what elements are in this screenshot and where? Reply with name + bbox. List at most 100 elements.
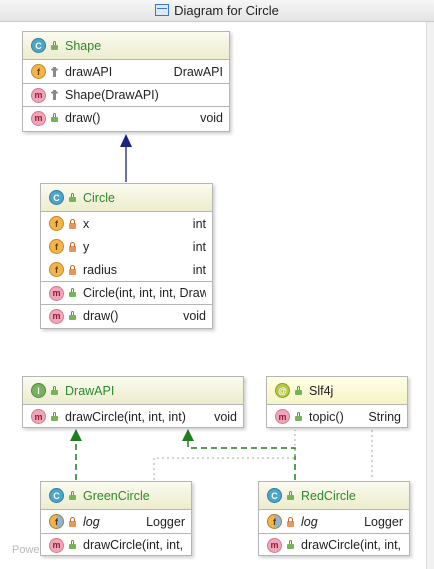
field-row[interactable]: f log Logger — [41, 510, 191, 533]
annotation-slf4j[interactable]: @ Slf4j m topic() String — [266, 376, 408, 428]
private-icon — [68, 241, 77, 252]
class-shape[interactable]: C Shape f drawAPI DrawAPI m Shape(DrawAP… — [22, 31, 230, 132]
class-redcircle[interactable]: C RedCircle f log Logger m drawCircle(in… — [258, 481, 410, 556]
public-icon — [286, 540, 295, 550]
class-redcircle-header[interactable]: C RedCircle — [259, 482, 409, 510]
method-icon: m — [31, 110, 46, 126]
class-name: RedCircle — [301, 488, 356, 503]
method-icon: m — [31, 87, 46, 103]
method-name: drawCircle(int, int, in — [83, 538, 185, 552]
interface-icon: I — [31, 383, 46, 398]
field-row[interactable]: f log Logger — [259, 510, 409, 533]
interface-drawapi-header[interactable]: I DrawAPI — [23, 377, 243, 405]
method-icon: m — [49, 537, 64, 553]
package-private-icon — [50, 66, 59, 77]
private-icon — [68, 218, 77, 229]
method-icon: m — [31, 409, 46, 424]
public-icon — [294, 385, 303, 396]
field-icon: f — [31, 64, 46, 79]
class-greencircle-header[interactable]: C GreenCircle — [41, 482, 191, 510]
method-row[interactable]: m drawCircle(int, int, int) void — [23, 405, 243, 427]
method-name: drawCircle(int, int, int) — [65, 409, 186, 424]
constructor-row[interactable]: m Shape(DrawAPI) — [23, 83, 229, 106]
method-row[interactable]: m draw() void — [41, 304, 212, 327]
class-icon: C — [31, 38, 46, 53]
class-icon: C — [49, 488, 64, 503]
field-icon: f — [49, 216, 64, 231]
constructor-row[interactable]: m Circle(int, int, int, DrawA — [41, 281, 212, 304]
interface-drawapi[interactable]: I DrawAPI m drawCircle(int, int, int) vo… — [22, 376, 244, 428]
constructor-name: Shape(DrawAPI) — [65, 88, 159, 102]
field-type: DrawAPI — [173, 64, 223, 79]
watermark-text: Powe — [12, 544, 40, 556]
field-name: radius — [83, 262, 118, 277]
constructor-name: Circle(int, int, int, DrawA — [83, 286, 206, 300]
class-icon: C — [49, 190, 64, 205]
method-name: draw() — [65, 111, 101, 125]
public-icon — [68, 311, 77, 321]
public-icon — [68, 288, 77, 298]
static-field-icon: f — [267, 514, 282, 529]
diagram-icon — [155, 4, 170, 16]
method-type: void — [214, 409, 237, 424]
field-name: log — [83, 514, 100, 529]
field-name: y — [83, 239, 90, 254]
annotation-icon: @ — [275, 383, 290, 398]
method-type: void — [183, 309, 206, 323]
field-row[interactable]: f radius int — [41, 258, 212, 281]
annotation-name: Slf4j — [309, 383, 334, 398]
class-shape-header[interactable]: C Shape — [23, 32, 229, 60]
field-type: Logger — [364, 514, 403, 529]
class-name: Circle — [83, 190, 115, 205]
method-row[interactable]: m drawCircle(int, int, in — [259, 533, 409, 555]
public-icon — [286, 490, 295, 501]
public-icon — [50, 113, 59, 123]
class-circle-header[interactable]: C Circle — [41, 184, 212, 212]
public-icon — [68, 192, 77, 203]
static-field-icon: f — [49, 514, 64, 529]
method-name: drawCircle(int, int, in — [301, 538, 403, 552]
window-title: Diagram for Circle — [174, 3, 279, 18]
method-type: String — [368, 409, 401, 424]
field-type: Logger — [146, 514, 185, 529]
method-name: topic() — [309, 409, 344, 424]
public-icon — [68, 490, 77, 501]
method-row[interactable]: m topic() String — [267, 405, 407, 427]
interface-name: DrawAPI — [65, 383, 115, 398]
public-icon — [294, 411, 303, 422]
public-icon — [68, 540, 77, 550]
field-type: int — [192, 262, 206, 277]
window-titlebar: Diagram for Circle — [0, 0, 434, 22]
public-icon — [50, 40, 59, 51]
class-name: GreenCircle — [83, 488, 150, 503]
field-type: int — [192, 216, 206, 231]
class-circle[interactable]: C Circle f x int f y int f radius int m … — [40, 183, 213, 329]
annotation-slf4j-header[interactable]: @ Slf4j — [267, 377, 407, 405]
vertical-scrollbar[interactable] — [426, 22, 434, 569]
method-icon: m — [49, 308, 64, 324]
class-greencircle[interactable]: C GreenCircle f log Logger m drawCircle(… — [40, 481, 192, 556]
field-row[interactable]: f y int — [41, 235, 212, 258]
private-icon — [68, 516, 77, 527]
field-icon: f — [49, 239, 64, 254]
field-icon: f — [49, 262, 64, 277]
method-icon: m — [49, 285, 64, 301]
method-icon: m — [275, 409, 290, 424]
field-type: int — [192, 239, 206, 254]
method-row[interactable]: m draw() void — [23, 106, 229, 129]
class-name: Shape — [65, 38, 102, 53]
field-name: log — [301, 514, 318, 529]
class-icon: C — [267, 488, 282, 503]
private-icon — [68, 264, 77, 275]
private-icon — [286, 516, 295, 527]
public-icon — [50, 411, 59, 422]
field-row[interactable]: f drawAPI DrawAPI — [23, 60, 229, 83]
field-name: drawAPI — [65, 64, 113, 79]
method-type: void — [200, 111, 223, 125]
method-name: draw() — [83, 309, 119, 323]
method-row[interactable]: m drawCircle(int, int, in — [41, 533, 191, 555]
field-row[interactable]: f x int — [41, 212, 212, 235]
method-icon: m — [267, 537, 282, 553]
package-private-icon — [50, 90, 59, 100]
field-name: x — [83, 216, 90, 231]
